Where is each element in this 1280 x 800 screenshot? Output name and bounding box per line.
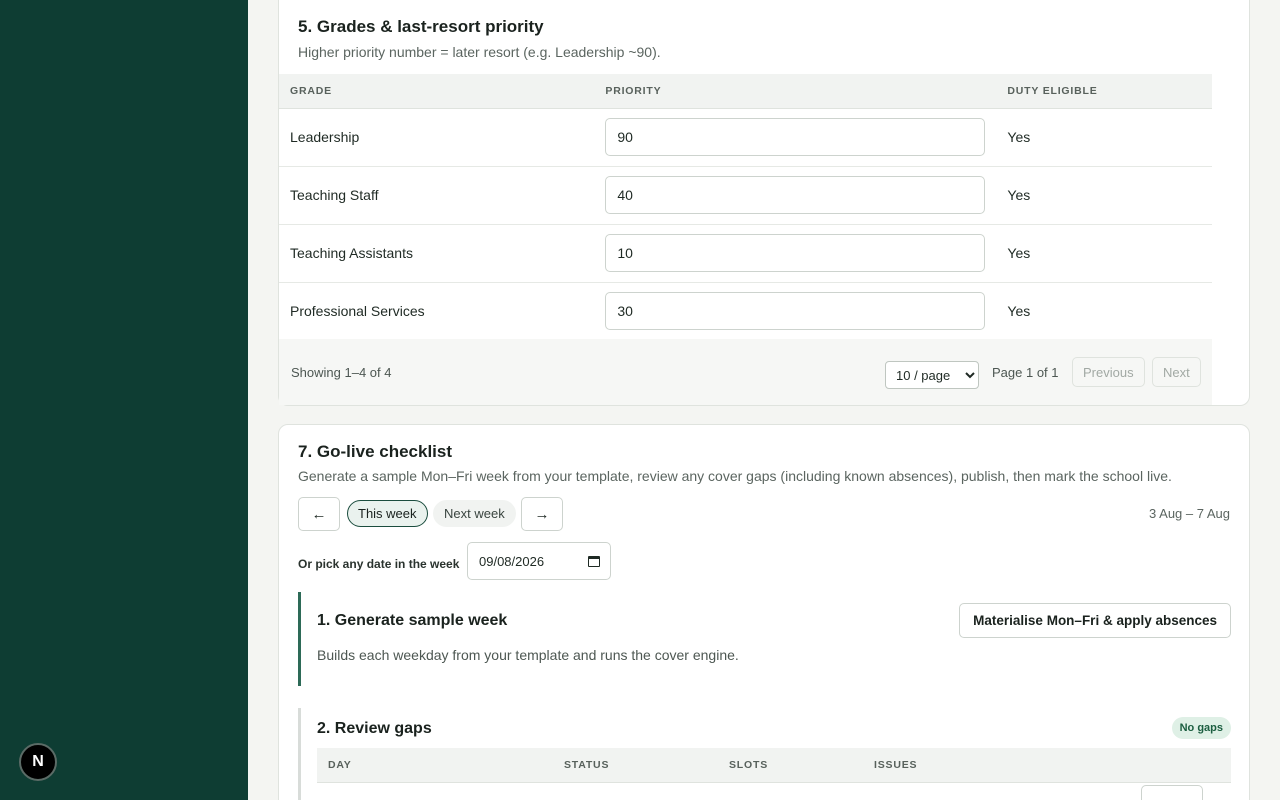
priority-cell [594, 224, 997, 283]
table-row: Professional Services Yes [279, 282, 1212, 341]
row-action-button[interactable] [1141, 784, 1203, 800]
next-page-button[interactable]: Next [1152, 357, 1201, 387]
day-cell [317, 782, 553, 800]
main-content: 5. Grades & last-resort priority Higher … [248, 0, 1280, 800]
gaps-table-header: DAY STATUS SLOTS ISSUES [317, 748, 1231, 783]
priority-cell [594, 282, 997, 341]
arrow-right-icon: → [534, 505, 550, 523]
step-review-gaps: 2. Review gaps No gaps DAY STATUS SLOTS … [298, 708, 1231, 800]
col-priority: PRIORITY [594, 74, 997, 109]
golive-title: 7. Go-live checklist [298, 442, 453, 461]
priority-cell [594, 108, 997, 167]
pagination-bar: Showing 1–4 of 4 10 / page Page 1 of 1 P… [279, 339, 1212, 405]
grade-name: Teaching Staff [279, 166, 595, 225]
grades-title: 5. Grades & last-resort priority [298, 17, 544, 36]
golive-subtitle: Generate a sample Mon–Fri week from your… [298, 468, 1172, 484]
grade-name: Leadership [279, 108, 595, 167]
col-status: STATUS [553, 748, 718, 783]
grades-card: 5. Grades & last-resort priority Higher … [278, 0, 1250, 406]
gaps-table: DAY STATUS SLOTS ISSUES [317, 748, 1231, 800]
status-badge: No gaps [1171, 717, 1231, 739]
next-week-button[interactable]: → [521, 497, 563, 531]
calendar-icon[interactable] [588, 556, 600, 567]
col-issues: ISSUES [863, 748, 1231, 783]
arrow-left-icon: ← [311, 505, 327, 523]
week-date-range: 3 Aug – 7 Aug [1149, 506, 1230, 521]
priority-input-teaching-staff[interactable] [605, 176, 986, 214]
col-day: DAY [317, 748, 553, 783]
table-row: Teaching Assistants Yes [279, 224, 1212, 283]
duty-eligible: Yes [996, 108, 1212, 167]
materialise-week-button[interactable]: Materialise Mon–Fri & apply absences [959, 603, 1231, 638]
sidebar: N [0, 0, 248, 800]
grade-name: Professional Services [279, 282, 595, 341]
grades-subtitle: Higher priority number = later resort (e… [298, 44, 661, 60]
table-row: Teaching Staff Yes [279, 166, 1212, 225]
golive-card: 7. Go-live checklist Generate a sample M… [278, 424, 1250, 800]
app-badge-letter: N [32, 753, 44, 770]
step-generate-week: 1. Generate sample week Builds each week… [298, 592, 1231, 686]
grades-table: GRADE PRIORITY DUTY ELIGIBLE Leadership … [279, 74, 1212, 341]
duty-eligible: Yes [996, 224, 1212, 283]
grade-name: Teaching Assistants [279, 224, 595, 283]
grades-table-header: GRADE PRIORITY DUTY ELIGIBLE [279, 74, 1212, 109]
duty-eligible: Yes [996, 166, 1212, 225]
per-page-select[interactable]: 10 / page [885, 361, 979, 389]
priority-input-professional-services[interactable] [605, 292, 986, 330]
priority-cell [594, 166, 997, 225]
table-row: Leadership Yes [279, 108, 1212, 167]
status-cell [553, 782, 718, 800]
table-row [317, 782, 1231, 800]
app-badge[interactable]: N [19, 743, 57, 781]
step1-description: Builds each weekday from your template a… [317, 647, 739, 663]
next-week-tab[interactable]: Next week [433, 500, 516, 527]
col-grade: GRADE [279, 74, 595, 109]
priority-input-teaching-assistants[interactable] [605, 234, 986, 272]
pick-date-label: Or pick any date in the week [298, 557, 460, 571]
prev-week-button[interactable]: ← [298, 497, 340, 531]
showing-count: Showing 1–4 of 4 [291, 365, 392, 380]
page-indicator: Page 1 of 1 [992, 365, 1059, 380]
slots-cell [718, 782, 863, 800]
priority-input-leadership[interactable] [605, 118, 986, 156]
col-duty-eligible: DUTY ELIGIBLE [996, 74, 1212, 109]
week-date-input[interactable]: 09/08/2026 [467, 542, 611, 580]
date-value: 09/08/2026 [479, 553, 545, 569]
step1-title: 1. Generate sample week [317, 612, 508, 629]
issues-cell [863, 782, 1231, 800]
previous-page-button[interactable]: Previous [1072, 357, 1145, 387]
this-week-tab[interactable]: This week [347, 500, 428, 527]
duty-eligible: Yes [996, 282, 1212, 341]
step2-title: 2. Review gaps [317, 720, 432, 737]
col-slots: SLOTS [718, 748, 863, 783]
